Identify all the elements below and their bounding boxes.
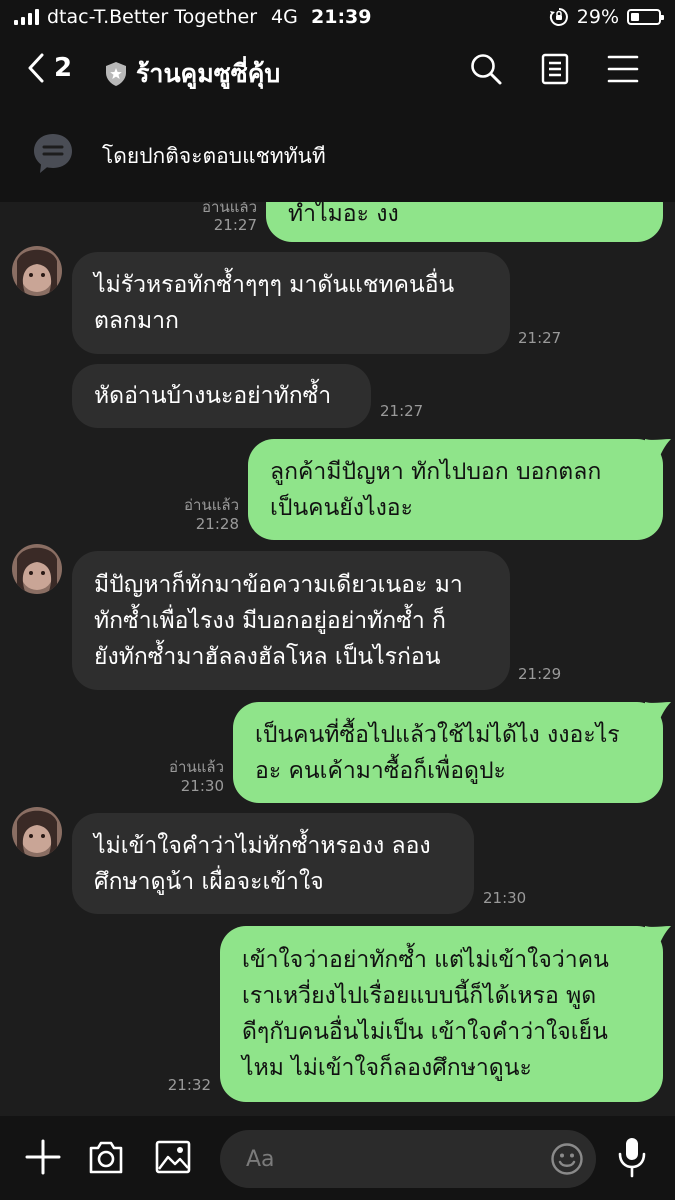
status-left: dtac-T.Better Together 4G xyxy=(14,6,298,28)
emoji-icon[interactable] xyxy=(550,1142,584,1176)
avatar-photo-icon xyxy=(12,807,62,857)
message-text: เข้าใจว่าอย่าทักซ้ำ แต่ไม่เข้าใจว่าคน เร… xyxy=(242,947,609,1081)
message-time: 21:27 xyxy=(213,216,257,234)
message-text: หัดอ่านบ้างนะอย่าทักซ้ำ xyxy=(94,383,332,409)
status-time: 21:39 xyxy=(311,6,372,28)
chat-area[interactable]: ทำไมอะ งง อ่านแล้ว 21:27 ไม่รัวหรอทักซ้ำ… xyxy=(0,202,675,1116)
battery-icon xyxy=(627,9,664,25)
plus-icon[interactable] xyxy=(24,1138,62,1176)
avatar[interactable] xyxy=(12,246,62,296)
message-time: 21:29 xyxy=(518,665,562,683)
incoming-message[interactable]: ไม่เข้าใจคำว่าไม่ทักซ้ำหรองง ลอง ศึกษาดู… xyxy=(72,813,474,914)
image-icon[interactable] xyxy=(155,1138,191,1176)
read-receipt: อ่านแล้ว xyxy=(184,496,239,514)
message-text: เป็นคนที่ซื้อไปแล้วใช้ไม่ได้ไง งงอะไร อะ… xyxy=(255,721,620,784)
back-chevron-icon xyxy=(28,53,44,83)
outgoing-message[interactable]: เป็นคนที่ซื้อไปแล้วใช้ไม่ได้ไง งงอะไร อะ… xyxy=(233,702,671,803)
incoming-message[interactable]: มีปัญหาก็ทักมาข้อความเดียวเนอะ มา ทักซ้ำ… xyxy=(72,551,510,690)
battery-percent: 29% xyxy=(576,6,619,28)
avatar[interactable] xyxy=(12,544,62,594)
status-bar: dtac-T.Better Together 4G 21:39 29% xyxy=(0,0,675,36)
outgoing-message[interactable]: เข้าใจว่าอย่าทักซ้ำ แต่ไม่เข้าใจว่าคน เร… xyxy=(220,926,671,1102)
chat-title: ร้านคูมซูซี่คุ้บ xyxy=(136,59,281,88)
message-text: ไม่รัวหรอทักซ้ำๆๆๆ มาดันแชทคนอื่น ตลกมาก xyxy=(94,272,455,334)
notes-icon[interactable] xyxy=(538,52,572,86)
shield-star-icon xyxy=(106,62,126,86)
orientation-lock-icon xyxy=(549,8,568,26)
message-time: 21:27 xyxy=(518,329,562,347)
incoming-message[interactable]: ไม่รัวหรอทักซ้ำๆๆๆ มาดันแชทคนอื่น ตลกมาก xyxy=(72,252,510,354)
carrier-label: dtac-T.Better Together xyxy=(47,6,258,28)
chat-bubble-icon xyxy=(34,134,72,173)
outgoing-message[interactable]: ทำไมอะ งง xyxy=(266,202,663,242)
message-time: 21:32 xyxy=(167,1076,211,1094)
outgoing-message[interactable]: ลูกค้ามีปัญหา ทักไปบอก บอกตลก เป็นคนยังไ… xyxy=(248,439,671,540)
message-time: 21:27 xyxy=(380,402,424,420)
avatar-photo-icon xyxy=(12,544,62,594)
battery-fill xyxy=(631,13,639,21)
message-input-placeholder: Aa xyxy=(246,1146,275,1172)
signal-icon xyxy=(14,9,39,25)
message-time: 21:30 xyxy=(180,777,224,795)
message-time: 21:30 xyxy=(483,889,527,907)
menu-icon[interactable] xyxy=(606,52,640,86)
chat-title-area[interactable]: ร้านคูมซูซี่คุ้บ xyxy=(104,54,280,94)
read-receipt: อ่านแล้ว xyxy=(169,758,224,776)
incoming-message[interactable]: หัดอ่านบ้างนะอย่าทักซ้ำ xyxy=(72,364,371,428)
message-text: มีปัญหาก็ทักมาข้อความเดียวเนอะ มา ทักซ้ำ… xyxy=(94,571,463,670)
chat-header: 2 ร้านคูมซูซี่คุ้บ xyxy=(0,36,675,106)
read-receipt: อ่านแล้ว xyxy=(202,202,257,216)
network-label: 4G xyxy=(271,6,298,28)
avatar-photo-icon xyxy=(12,246,62,296)
composer-bar: Aa xyxy=(0,1116,675,1200)
status-right: 29% xyxy=(549,6,664,28)
unread-count: 2 xyxy=(54,53,73,83)
message-input[interactable]: Aa xyxy=(220,1130,596,1188)
microphone-icon[interactable] xyxy=(616,1136,648,1178)
message-text: ลูกค้ามีปัญหา ทักไปบอก บอกตลก เป็นคนยังไ… xyxy=(270,458,602,521)
reply-notice: โดยปกติจะตอบแชททันที xyxy=(0,106,675,202)
message-text: ไม่เข้าใจคำว่าไม่ทักซ้ำหรองง ลอง ศึกษาดู… xyxy=(94,832,431,895)
search-icon[interactable] xyxy=(469,52,503,86)
camera-icon[interactable] xyxy=(88,1138,124,1176)
message-time: 21:28 xyxy=(195,515,239,533)
message-text: ทำไมอะ งง xyxy=(288,202,399,227)
notice-text: โดยปกติจะตอบแชททันที xyxy=(102,144,326,168)
back-button[interactable]: 2 xyxy=(26,52,72,84)
avatar[interactable] xyxy=(12,807,62,857)
